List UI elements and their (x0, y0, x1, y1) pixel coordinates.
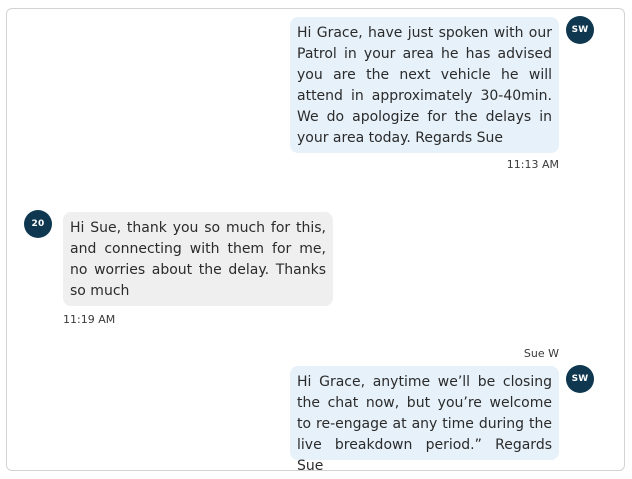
chat-transcript: Hi Grace, have just spoken with our Patr… (6, 8, 625, 471)
agent-avatar: SW (566, 365, 594, 393)
message-timestamp: 11:19 AM (63, 313, 116, 326)
agent-message-bubble: Hi Grace, anytime we’ll be closing the c… (290, 366, 559, 470)
customer-message-bubble: Hi Sue, thank you so much for this, and … (63, 212, 333, 306)
sender-name: Sue W (523, 347, 559, 360)
agent-avatar: SW (566, 16, 594, 44)
agent-message-bubble: Hi Grace, have just spoken with our Patr… (290, 17, 559, 153)
message-timestamp: 11:13 AM (506, 158, 559, 171)
customer-avatar: 20 (24, 210, 52, 238)
